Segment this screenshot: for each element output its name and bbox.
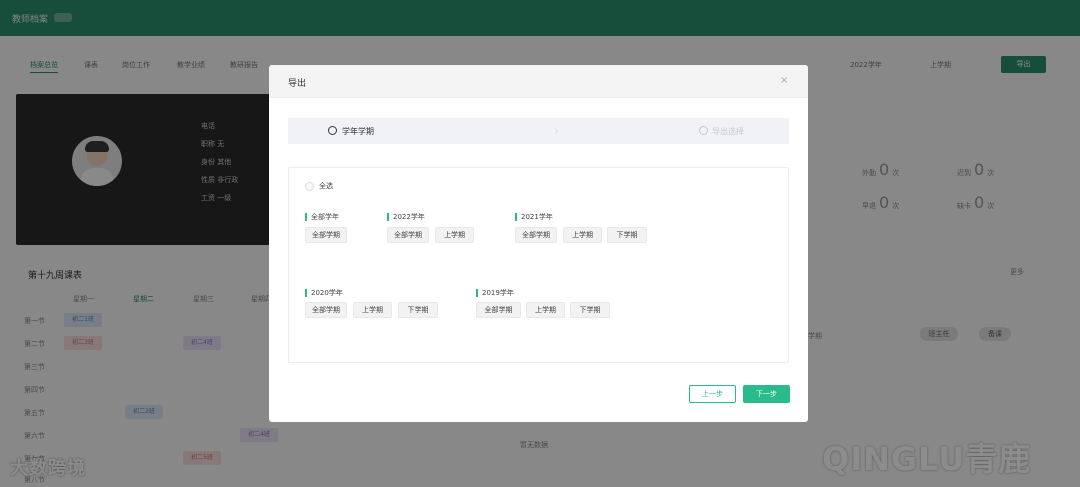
dialog-header: 导出 × — [269, 65, 808, 98]
step-inactive-dot-icon — [699, 126, 708, 135]
term-option[interactable]: 下学期 — [398, 302, 438, 318]
term-selection-panel: 全选 全部学年 全部学期 2022学年 全部学期 上学期 2021学年 全部学期… — [288, 167, 789, 363]
term-option[interactable]: 上学期 — [563, 227, 602, 243]
group-title: 2021学年 — [515, 213, 553, 221]
term-option[interactable]: 全部学期 — [305, 302, 347, 318]
dialog-title: 导出 — [288, 79, 307, 89]
term-option[interactable]: 上学期 — [526, 302, 565, 318]
close-icon[interactable]: × — [780, 75, 788, 86]
term-option[interactable]: 全部学期 — [387, 227, 429, 243]
step-export-select: 导出选择 — [712, 127, 744, 136]
term-option[interactable]: 下学期 — [607, 227, 647, 243]
chevron-right-icon: › — [554, 124, 559, 138]
term-option[interactable]: 全部学期 — [476, 302, 521, 318]
group-title: 全部学年 — [305, 213, 339, 221]
next-step-button[interactable]: 下一步 — [743, 385, 790, 403]
group-title: 2020学年 — [305, 289, 343, 297]
term-option[interactable]: 全部学期 — [515, 227, 557, 243]
stepper: 学年学期 › 导出选择 — [288, 118, 789, 144]
term-option[interactable]: 全部学期 — [305, 227, 347, 243]
group-title: 2019学年 — [476, 289, 514, 297]
export-dialog: 导出 × 学年学期 › 导出选择 全选 全部学年 全部学期 2022学年 全部学… — [269, 65, 808, 422]
prev-step-button[interactable]: 上一步 — [689, 385, 736, 403]
step-year-term: 学年学期 — [342, 127, 374, 136]
term-option[interactable]: 下学期 — [570, 302, 610, 318]
select-all-checkbox[interactable] — [305, 182, 314, 191]
term-option[interactable]: 上学期 — [353, 302, 392, 318]
group-title: 2022学年 — [387, 213, 425, 221]
step-active-dot-icon — [328, 126, 337, 135]
term-option[interactable]: 上学期 — [435, 227, 474, 243]
select-all-label[interactable]: 全选 — [319, 181, 333, 191]
